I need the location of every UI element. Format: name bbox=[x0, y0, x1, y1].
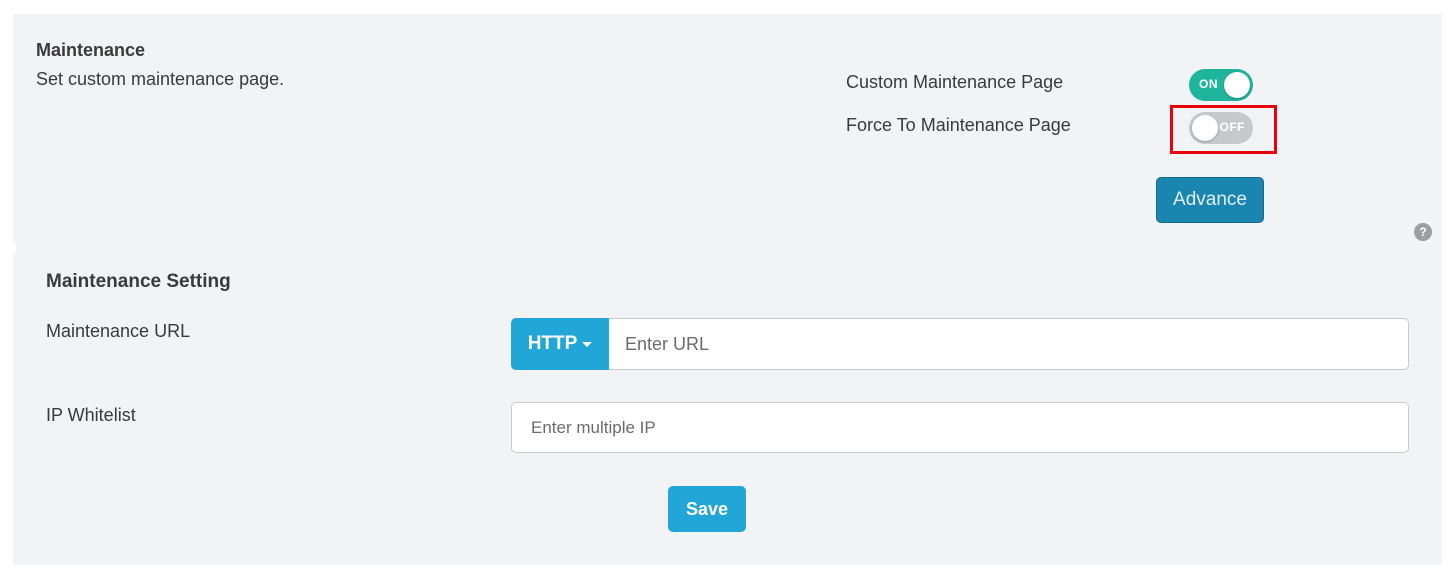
page-title: Maintenance bbox=[36, 40, 146, 60]
protocol-label: HTTP bbox=[527, 333, 578, 354]
protocol-dropdown-button[interactable]: HTTP bbox=[511, 318, 609, 370]
maintenance-url-label: Maintenance URL bbox=[46, 321, 191, 341]
page-subtitle: Set custom maintenance page. bbox=[36, 69, 285, 89]
custom-maintenance-page-label: Custom Maintenance Page bbox=[846, 72, 1064, 92]
ip-whitelist-label: IP Whitelist bbox=[46, 405, 136, 425]
panel-divider bbox=[10, 243, 16, 253]
maintenance-url-input[interactable] bbox=[609, 318, 1409, 370]
highlight-annotation bbox=[1170, 105, 1277, 154]
advance-button[interactable]: Advance bbox=[1156, 177, 1264, 223]
toggle-knob bbox=[1224, 72, 1250, 98]
ip-whitelist-input[interactable] bbox=[511, 402, 1409, 453]
toggle-state-text: ON bbox=[1199, 77, 1218, 91]
url-input-group: HTTP bbox=[511, 318, 1409, 370]
save-button[interactable]: Save bbox=[668, 486, 746, 532]
force-maintenance-page-label: Force To Maintenance Page bbox=[846, 115, 1071, 135]
caret-down-icon bbox=[582, 341, 593, 347]
help-icon[interactable]: ? bbox=[1414, 223, 1432, 241]
custom-maintenance-page-toggle[interactable]: ON bbox=[1189, 69, 1253, 101]
section-title: Maintenance Setting bbox=[46, 271, 231, 292]
